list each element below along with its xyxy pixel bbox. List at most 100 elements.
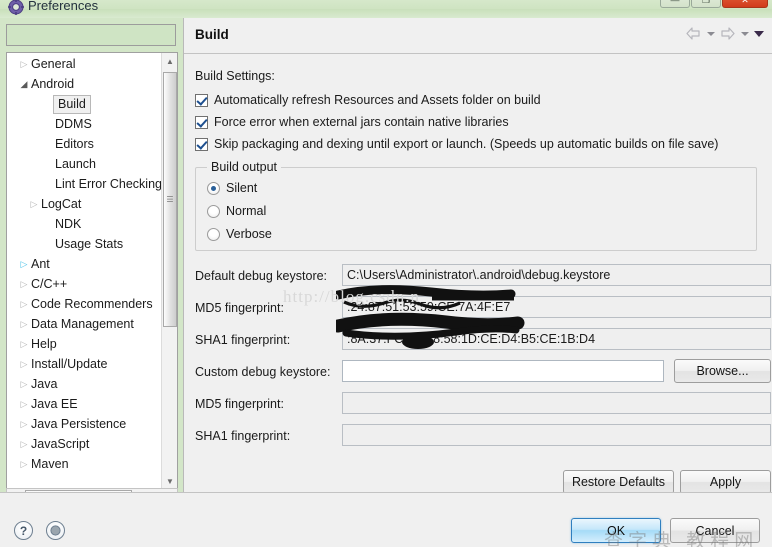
sidebar-item-android[interactable]: ◢ Android — [7, 74, 162, 94]
sidebar-item-editors[interactable]: Editors — [7, 134, 162, 154]
sidebar-item-label: LogCat — [41, 197, 82, 211]
maximize-button[interactable]: ❐ — [691, 0, 721, 8]
custom-debug-keystore-input[interactable] — [342, 360, 664, 382]
scroll-up-icon[interactable]: ▲ — [162, 53, 177, 70]
radio-label: Verbose — [226, 227, 272, 241]
filter-input[interactable] — [6, 24, 176, 46]
tree-twisty-icon[interactable]: ▷ — [17, 54, 31, 74]
radio-verbose[interactable]: Verbose — [207, 225, 272, 243]
radio-label: Normal — [226, 204, 267, 218]
page-nav-controls — [685, 26, 764, 41]
checkbox-icon[interactable] — [195, 93, 208, 107]
sidebar-item-label: Build — [53, 95, 91, 114]
tree-twisty-icon[interactable]: ◢ — [17, 74, 31, 94]
sidebar-item-code-recommenders[interactable]: ▷ Code Recommenders — [7, 294, 162, 314]
checkbox-force-error-native-libs[interactable]: Force error when external jars contain n… — [195, 113, 509, 131]
sidebar-item-javascript[interactable]: ▷ JavaScript — [7, 434, 162, 454]
sidebar-item-label: Lint Error Checking — [55, 177, 162, 191]
sidebar-item-java[interactable]: ▷ Java — [7, 374, 162, 394]
sidebar-item-install-update[interactable]: ▷ Install/Update — [7, 354, 162, 374]
tree-twisty-icon[interactable]: ▷ — [17, 354, 31, 374]
page-content: Build Settings: Automatically refresh Re… — [184, 55, 772, 494]
preferences-tree[interactable]: ▷ General ◢ Android Build DDMS Editors Launch Li… — [6, 52, 178, 490]
arrow-right-icon[interactable] — [719, 26, 736, 41]
ok-button[interactable]: OK — [571, 518, 661, 543]
browse-button[interactable]: Browse... — [674, 359, 771, 383]
checkbox-icon[interactable] — [195, 115, 208, 129]
sha1-fingerprint-label: SHA1 fingerprint: — [195, 333, 291, 347]
radio-icon[interactable] — [207, 227, 220, 241]
page-title: Build — [195, 27, 229, 42]
sidebar-item-logcat[interactable]: ▷ LogCat — [7, 194, 162, 214]
sidebar-item-usage-stats[interactable]: Usage Stats — [7, 234, 162, 254]
window-title-bar: Preferences — ❐ ✕ — [0, 0, 772, 18]
preferences-gear-icon — [8, 0, 24, 15]
sidebar-item-build[interactable]: Build — [7, 94, 162, 114]
forward-history-chevron-down-icon[interactable] — [739, 27, 750, 41]
checkbox-skip-packaging-dexing[interactable]: Skip packaging and dexing until export o… — [195, 135, 718, 153]
apply-button[interactable]: Apply — [680, 470, 771, 494]
tree-twisty-icon[interactable]: ▷ — [17, 414, 31, 434]
help-question-mark-icon[interactable]: ? — [14, 521, 33, 540]
sidebar-item-label: General — [31, 57, 76, 71]
minimize-button[interactable]: — — [660, 0, 690, 8]
tree-vertical-scrollbar[interactable]: ▲ ☰ ▼ — [161, 53, 177, 489]
custom-debug-keystore-label: Custom debug keystore: — [195, 365, 331, 379]
tree-twisty-icon[interactable]: ▷ — [17, 334, 31, 354]
checkbox-icon[interactable] — [195, 137, 208, 151]
sidebar-item-ant[interactable]: ▷ Ant — [7, 254, 162, 274]
sidebar-item-label: Install/Update — [31, 357, 108, 371]
md5-fingerprint-value: :24:87:51:53:59:CE:7A:4F:E7 — [342, 296, 771, 318]
sidebar-item-launch[interactable]: Launch — [7, 154, 162, 174]
preferences-sidebar: ▷ General ◢ Android Build DDMS Editors Launch Li… — [6, 24, 178, 490]
tree-twisty-icon[interactable]: ▷ — [27, 194, 41, 214]
build-settings-label: Build Settings: — [195, 69, 275, 83]
custom-sha1-fingerprint-value — [342, 424, 771, 446]
sidebar-item-general[interactable]: ▷ General — [7, 54, 162, 74]
sidebar-item-ddms[interactable]: DDMS — [7, 114, 162, 134]
sidebar-item-ndk[interactable]: NDK — [7, 214, 162, 234]
radio-icon[interactable] — [207, 204, 220, 218]
tree-twisty-icon[interactable]: ▷ — [17, 274, 31, 294]
sidebar-item-label: NDK — [55, 217, 82, 231]
sidebar-item-java-ee[interactable]: ▷ Java EE — [7, 394, 162, 414]
tree-twisty-icon[interactable]: ▷ — [17, 314, 31, 334]
checkbox-label: Force error when external jars contain n… — [214, 115, 509, 129]
sidebar-item-label: Java EE — [31, 397, 78, 411]
md5-fingerprint-label: MD5 fingerprint: — [195, 301, 284, 315]
sidebar-item-lint-error-checking[interactable]: Lint Error Checking — [7, 174, 162, 194]
restore-defaults-button[interactable]: Restore Defaults — [563, 470, 674, 494]
sidebar-item-label: Java — [31, 377, 58, 391]
radio-silent[interactable]: Silent — [207, 179, 257, 197]
back-history-chevron-down-icon[interactable] — [705, 27, 716, 41]
sidebar-item-help[interactable]: ▷ Help — [7, 334, 162, 354]
build-output-group: Build output Silent Normal Verbose — [195, 160, 757, 251]
default-debug-keystore-value: C:\Users\Administrator\.android\debug.ke… — [342, 264, 771, 286]
page-menu-chevron-down-solid-icon[interactable] — [753, 27, 764, 41]
sidebar-item-data-management[interactable]: ▷ Data Management — [7, 314, 162, 334]
tree-twisty-icon[interactable]: ▷ — [17, 254, 31, 274]
vertical-scroll-thumb[interactable]: ☰ — [163, 72, 177, 327]
tree-twisty-icon[interactable]: ▷ — [17, 394, 31, 414]
sidebar-item-c-c[interactable]: ▷ C/C++ — [7, 274, 162, 294]
preference-page: Build Build Settings: Automatically refr… — [183, 18, 772, 494]
close-button[interactable]: ✕ — [722, 0, 768, 8]
arrow-left-icon[interactable] — [685, 26, 702, 41]
tree-twisty-icon[interactable]: ▷ — [17, 434, 31, 454]
status-circle-icon[interactable] — [46, 521, 65, 540]
radio-normal[interactable]: Normal — [207, 202, 266, 220]
window-controls: — ❐ ✕ — [660, 0, 768, 8]
sidebar-item-maven[interactable]: ▷ Maven — [7, 454, 162, 474]
radio-icon[interactable] — [207, 181, 220, 195]
scroll-grip-icon: ☰ — [166, 194, 174, 204]
checkbox-label: Automatically refresh Resources and Asse… — [214, 93, 541, 107]
tree-twisty-icon[interactable]: ▷ — [17, 374, 31, 394]
sha1-fingerprint-value: :8A:37:FC:D8:18:58:1D:CE:D4:B5:CE:1B:D4 — [342, 328, 771, 350]
tree-twisty-icon[interactable]: ▷ — [17, 294, 31, 314]
sidebar-item-label: Android — [31, 77, 75, 91]
checkbox-auto-refresh-resources[interactable]: Automatically refresh Resources and Asse… — [195, 91, 541, 109]
cancel-button[interactable]: Cancel — [670, 518, 760, 543]
tree-twisty-icon[interactable]: ▷ — [17, 454, 31, 474]
sidebar-item-label: Editors — [55, 137, 94, 151]
sidebar-item-java-persistence[interactable]: ▷ Java Persistence — [7, 414, 162, 434]
